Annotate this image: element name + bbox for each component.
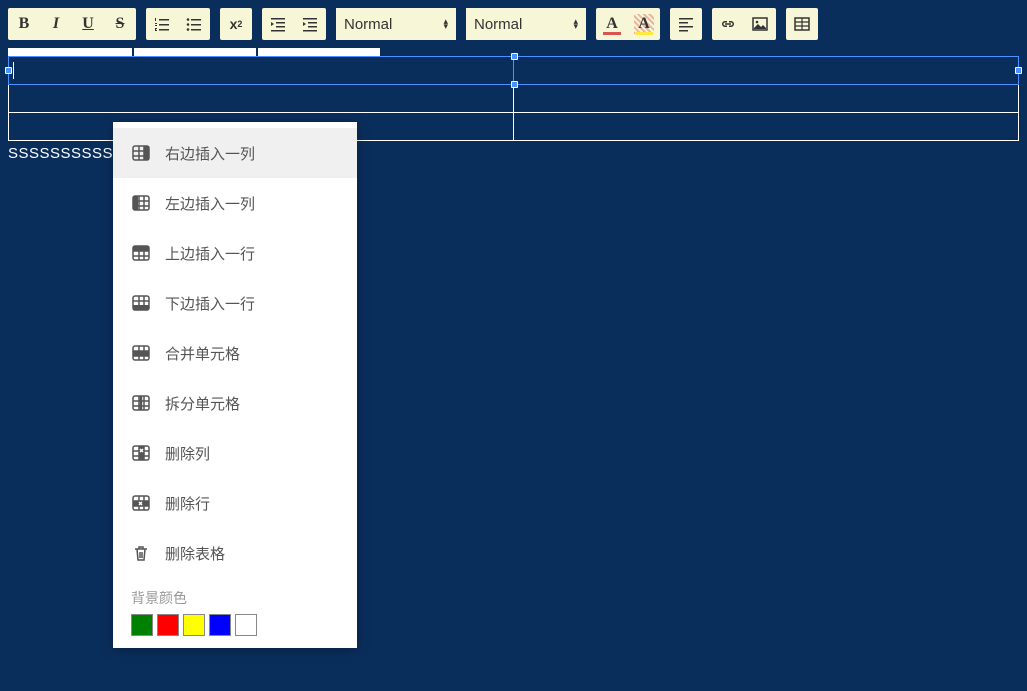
size-select[interactable]: Normal ▴▾ (466, 8, 586, 40)
align-button[interactable] (670, 8, 702, 40)
heading-select-label: Normal (344, 16, 392, 33)
menu-item-insert-col-right[interactable]: 右边插入一列 (113, 128, 357, 178)
superscript-button[interactable]: x2 (220, 8, 252, 40)
table-row-above-icon (131, 243, 151, 263)
table-merge-icon (131, 343, 151, 363)
size-select-label: Normal (474, 16, 522, 33)
ruler-segment (258, 48, 380, 56)
table-row[interactable] (9, 85, 1019, 113)
insert-group (712, 8, 776, 40)
table-col-right-icon (131, 143, 151, 163)
text-color-button[interactable]: A (596, 8, 628, 40)
menu-item-delete-table[interactable]: 删除表格 (113, 528, 357, 578)
menu-item-insert-row-above[interactable]: 上边插入一行 (113, 228, 357, 278)
outdent-icon (269, 15, 287, 33)
menu-item-label: 左边插入一列 (165, 193, 255, 214)
menu-item-insert-row-below[interactable]: 下边插入一行 (113, 278, 357, 328)
list-group (146, 8, 210, 40)
text-color-letter: A (606, 15, 618, 33)
toolbar: B I U S x2 Normal ▴▾ Normal ▴▾ A (0, 0, 1027, 48)
table-button[interactable] (786, 8, 818, 40)
menu-item-label: 下边插入一行 (165, 293, 255, 314)
table-context-menu: 右边插入一列左边插入一列上边插入一行下边插入一行合并单元格拆分单元格删除列删除行… (113, 122, 357, 648)
resize-handle[interactable] (5, 67, 12, 74)
color-swatch[interactable] (157, 614, 179, 636)
resize-handle[interactable] (1015, 67, 1022, 74)
underline-button[interactable]: U (72, 8, 104, 40)
color-swatch[interactable] (235, 614, 257, 636)
table-col-left-icon (131, 193, 151, 213)
menu-item-label: 删除列 (165, 443, 210, 464)
color-swatches (113, 614, 357, 636)
ruler-segment (8, 48, 132, 56)
align-group (670, 8, 702, 40)
table-icon (793, 15, 811, 33)
menu-item-delete-row[interactable]: 删除行 (113, 478, 357, 528)
color-swatch[interactable] (131, 614, 153, 636)
color-group: A A (596, 8, 660, 40)
menu-item-delete-col[interactable]: 删除列 (113, 428, 357, 478)
bold-button[interactable]: B (8, 8, 40, 40)
table-cell[interactable] (514, 113, 1019, 141)
menu-item-merge-cells[interactable]: 合并单元格 (113, 328, 357, 378)
resize-handle[interactable] (511, 53, 518, 60)
indent-group (262, 8, 326, 40)
ordered-list-button[interactable] (146, 8, 178, 40)
table-cell[interactable] (514, 85, 1019, 113)
highlight-letter: A (638, 15, 650, 33)
table-del-col-icon (131, 443, 151, 463)
menu-item-label: 删除表格 (165, 543, 225, 564)
ruler-segment (134, 48, 256, 56)
table-cell[interactable] (9, 57, 514, 85)
align-icon (677, 15, 695, 33)
indent-icon (301, 15, 319, 33)
outdent-button[interactable] (262, 8, 294, 40)
indent-button[interactable] (294, 8, 326, 40)
image-button[interactable] (744, 8, 776, 40)
table-group (786, 8, 818, 40)
image-icon (751, 15, 769, 33)
resize-handle[interactable] (511, 81, 518, 88)
menu-item-label: 右边插入一列 (165, 143, 255, 164)
format-group: B I U S (8, 8, 136, 40)
ruler (8, 48, 1027, 56)
superscript-exp: 2 (237, 19, 242, 29)
table-cell[interactable] (514, 57, 1019, 85)
menu-item-label: 删除行 (165, 493, 210, 514)
bg-color-label: 背景颜色 (113, 578, 357, 614)
menu-item-label: 上边插入一行 (165, 243, 255, 264)
heading-select[interactable]: Normal ▴▾ (336, 8, 456, 40)
highlight-color-button[interactable]: A (628, 8, 660, 40)
table-cell[interactable] (9, 85, 514, 113)
ordered-list-icon (153, 15, 171, 33)
table-row-below-icon (131, 293, 151, 313)
select-arrows-icon: ▴▾ (443, 19, 448, 29)
table-del-row-icon (131, 493, 151, 513)
color-swatch[interactable] (183, 614, 205, 636)
select-arrows-icon: ▴▾ (573, 19, 578, 29)
unordered-list-button[interactable] (178, 8, 210, 40)
text-color-indicator (603, 32, 621, 35)
superscript-base: x (230, 16, 238, 32)
trash-icon (131, 543, 151, 563)
menu-item-insert-col-left[interactable]: 左边插入一列 (113, 178, 357, 228)
strike-button[interactable]: S (104, 8, 136, 40)
link-icon (719, 15, 737, 33)
text-cursor (13, 62, 14, 79)
table-split-icon (131, 393, 151, 413)
unordered-list-icon (185, 15, 203, 33)
link-button[interactable] (712, 8, 744, 40)
menu-item-split-cells[interactable]: 拆分单元格 (113, 378, 357, 428)
script-group: x2 (220, 8, 252, 40)
italic-button[interactable]: I (40, 8, 72, 40)
menu-item-label: 合并单元格 (165, 343, 240, 364)
menu-item-label: 拆分单元格 (165, 393, 240, 414)
color-swatch[interactable] (209, 614, 231, 636)
